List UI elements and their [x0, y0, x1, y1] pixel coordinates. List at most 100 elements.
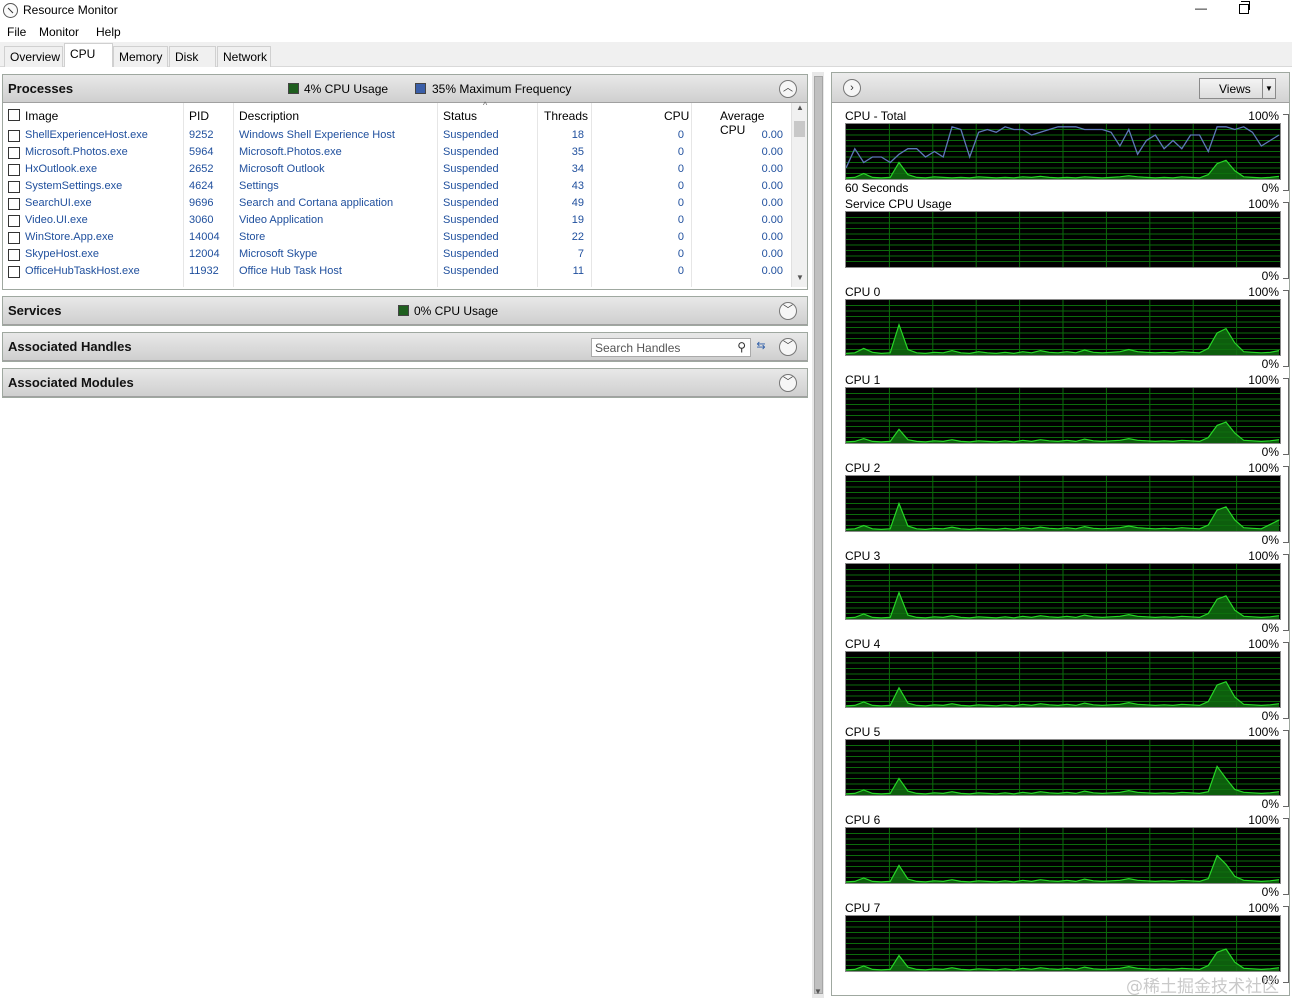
table-row[interactable]: Video.UI.exe 3060 Video Application Suspend…: [3, 212, 791, 229]
graph-svg: [845, 388, 1280, 443]
scroll-up-icon[interactable]: ▲: [792, 103, 808, 117]
cell-threads: 35: [571, 146, 584, 158]
processes-scrollbar[interactable]: ▲ ▼: [791, 103, 807, 287]
graph-max-label: 100%: [1248, 373, 1279, 387]
scroll-down-icon[interactable]: ▼: [792, 273, 808, 287]
splitter-handle[interactable]: [814, 76, 823, 994]
modules-header[interactable]: Associated Modules ﹀: [3, 369, 807, 397]
resource-monitor-icon: [3, 3, 18, 18]
graph-max-label: 100%: [1248, 549, 1279, 563]
row-checkbox[interactable]: [8, 198, 20, 210]
table-row[interactable]: OfficeHubTaskHost.exe 11932 Office Hub Tas…: [3, 263, 791, 280]
services-cpu-legend-icon: [398, 305, 409, 316]
handles-panel: Associated Handles Search Handles ⚲ ⇆ ﹀: [2, 332, 808, 362]
expand-services-button[interactable]: ﹀: [779, 302, 797, 320]
col-description[interactable]: Description: [239, 109, 299, 123]
row-checkbox[interactable]: [8, 215, 20, 227]
search-handles-input[interactable]: Search Handles ⚲: [591, 338, 751, 357]
menu-help[interactable]: Help: [96, 25, 121, 39]
col-pid[interactable]: PID: [189, 109, 209, 123]
graph-canvas: [845, 563, 1281, 620]
services-panel: Services 0% CPU Usage ﹀: [2, 296, 808, 326]
collapse-processes-button[interactable]: ︿: [779, 80, 797, 98]
tab-network[interactable]: Network: [217, 46, 271, 67]
menu-monitor[interactable]: Monitor: [39, 25, 79, 39]
tab-overview[interactable]: Overview: [4, 46, 63, 67]
row-checkbox[interactable]: [8, 266, 20, 278]
watermark: @稀土掘金技术社区: [1126, 977, 1279, 997]
col-status[interactable]: Status: [443, 109, 477, 123]
tab-bar: Overview CPU Memory Disk Network: [0, 42, 1292, 68]
graph-svg: [845, 300, 1280, 355]
col-threads[interactable]: Threads: [544, 109, 588, 123]
minimize-button[interactable]: —: [1193, 0, 1209, 18]
expand-handles-button[interactable]: ﹀: [779, 338, 797, 356]
handles-header[interactable]: Associated Handles Search Handles ⚲ ⇆ ﹀: [3, 333, 807, 361]
row-checkbox[interactable]: [8, 232, 20, 244]
table-row[interactable]: ShellExperienceHost.exe 9252 Windows Shell…: [3, 127, 791, 144]
graph-canvas: [845, 651, 1281, 708]
graph-canvas: [845, 211, 1281, 268]
graph-min-label: 0%: [1261, 797, 1279, 811]
cell-description: Office Hub Task Host: [239, 265, 342, 277]
row-checkbox[interactable]: [8, 164, 20, 176]
left-pane: Processes 4% CPU Usage 35% Maximum Frequ…: [0, 67, 812, 998]
chevron-down-icon[interactable]: ▼: [1262, 79, 1275, 98]
services-header[interactable]: Services 0% CPU Usage ﹀: [3, 297, 807, 325]
table-row[interactable]: SystemSettings.exe 4624 Settings Suspended 4…: [3, 178, 791, 195]
table-row[interactable]: WinStore.App.exe 14004 Store Suspended 22 0 0.…: [3, 229, 791, 246]
refresh-icon[interactable]: ⇆: [753, 339, 769, 355]
table-row[interactable]: SearchUI.exe 9696 Search and Cortana appli…: [3, 195, 791, 212]
pane-splitter[interactable]: ▲ ▼: [812, 72, 824, 998]
cell-average-cpu: 0.00: [761, 231, 783, 243]
restore-button[interactable]: [1239, 1, 1250, 14]
cell-threads: 19: [571, 214, 584, 226]
select-all-checkbox[interactable]: [8, 109, 20, 121]
cell-pid: 9696: [189, 197, 214, 209]
graph-canvas: [845, 475, 1281, 532]
tab-disk[interactable]: Disk: [169, 46, 216, 67]
cell-image: SearchUI.exe: [25, 197, 92, 209]
table-row[interactable]: HxOutlook.exe 2652 Microsoft Outlook Suspen…: [3, 161, 791, 178]
graph-title: CPU - Total: [845, 109, 907, 123]
table-row[interactable]: SkypeHost.exe 12004 Microsoft Skype Suspend…: [3, 246, 791, 263]
sort-ascending-icon: ^: [483, 100, 488, 110]
table-row[interactable]: Microsoft.Photos.exe 5964 Microsoft.Photos…: [3, 144, 791, 161]
menu-file[interactable]: File: [7, 25, 26, 39]
graph-max-label: 100%: [1248, 725, 1279, 739]
graph-max-label: 100%: [1248, 109, 1279, 123]
search-icon[interactable]: ⚲: [737, 340, 746, 354]
tab-memory[interactable]: Memory: [113, 46, 168, 67]
cell-threads: 43: [571, 180, 584, 192]
scroll-thumb[interactable]: [794, 121, 805, 137]
cell-cpu: 0: [677, 231, 684, 243]
processes-table-header: Image PID Description Status ^ Threads C…: [3, 100, 791, 137]
cell-average-cpu: 0.00: [761, 265, 783, 277]
expand-modules-button[interactable]: ﹀: [779, 374, 797, 392]
cell-description: Video Application: [239, 214, 324, 226]
cpu-graph: CPU 5 100% 0%: [845, 725, 1289, 813]
col-image[interactable]: Image: [25, 109, 58, 123]
cell-image: Video.UI.exe: [25, 214, 88, 226]
cell-description: Store: [239, 231, 266, 243]
row-checkbox[interactable]: [8, 130, 20, 142]
title-bar: Resource Monitor —: [0, 0, 1292, 22]
graph-scale-bracket: [1283, 202, 1289, 279]
row-checkbox[interactable]: [8, 249, 20, 261]
chevron-right-icon[interactable]: ›: [843, 79, 861, 97]
tab-cpu[interactable]: CPU: [64, 43, 113, 68]
graph-title: CPU 6: [845, 813, 881, 827]
graph-max-label: 100%: [1248, 901, 1279, 915]
cpu-usage-legend-icon: [288, 83, 299, 94]
row-checkbox[interactable]: [8, 147, 20, 159]
search-handles-placeholder: Search Handles: [595, 341, 681, 355]
modules-panel: Associated Modules ﹀: [2, 368, 808, 398]
col-cpu[interactable]: CPU: [664, 109, 689, 123]
views-label: Views: [1219, 82, 1251, 96]
graph-canvas: [845, 299, 1281, 356]
row-checkbox[interactable]: [8, 181, 20, 193]
cell-average-cpu: 0.00: [761, 180, 783, 192]
views-button[interactable]: Views ▼: [1199, 78, 1276, 99]
processes-header[interactable]: Processes 4% CPU Usage 35% Maximum Frequ…: [3, 75, 807, 103]
graph-svg: [845, 740, 1280, 795]
